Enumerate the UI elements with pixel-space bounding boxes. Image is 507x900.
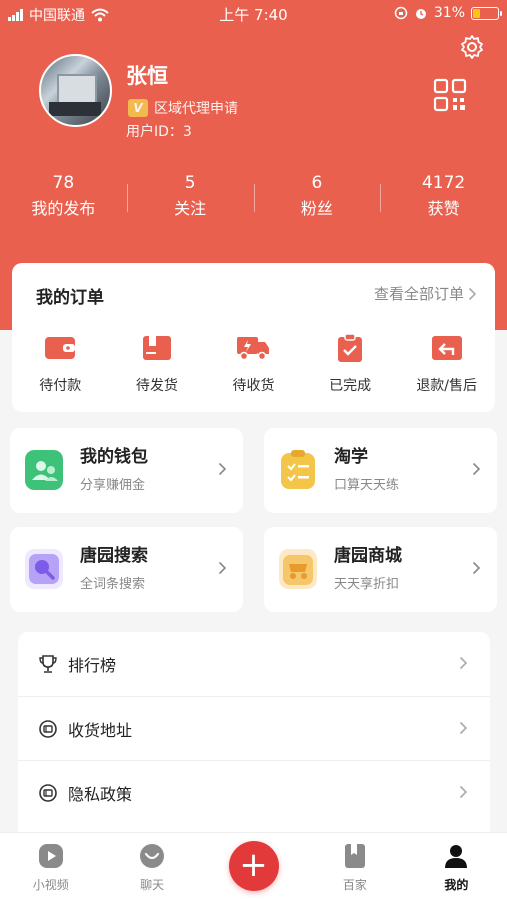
book-icon: [344, 844, 365, 868]
stat-posts[interactable]: 78 我的发布: [0, 170, 127, 230]
order-item-label: 已完成: [329, 378, 372, 394]
tile-subtitle: 分享赚佣金: [80, 478, 146, 493]
chevron-right-icon: [472, 462, 481, 476]
user-id: 用户ID：3: [126, 124, 192, 140]
tab-publish[interactable]: +: [203, 833, 304, 900]
tab-short-video[interactable]: 小视频: [0, 833, 101, 900]
alarm-icon: [415, 9, 426, 19]
order-item-label: 待付款: [39, 378, 82, 394]
chevron-right-icon: [218, 462, 227, 476]
tab-mine[interactable]: 我的: [406, 833, 507, 900]
tile-title: 唐园商城: [334, 546, 402, 566]
order-pending-payment[interactable]: 待付款: [12, 333, 109, 395]
plus-icon: +: [228, 841, 279, 891]
stat-value: 78: [52, 173, 75, 193]
order-refund[interactable]: 退款/售后: [398, 333, 495, 395]
shop-tile[interactable]: 唐园商城 天天享折扣: [264, 527, 497, 612]
agent-apply-link[interactable]: V 区域代理申请: [128, 98, 238, 118]
shop-icon: [279, 549, 317, 589]
tab-chat[interactable]: 聊天: [101, 833, 202, 900]
menu-item-label: 排行榜: [68, 656, 117, 675]
search-icon: [25, 549, 63, 589]
view-all-orders-label: 查看全部订单: [373, 285, 464, 303]
wallet-tile[interactable]: 我的钱包 分享赚佣金: [10, 428, 243, 513]
tile-subtitle: 全词条搜索: [80, 577, 146, 592]
battery-level: [473, 8, 481, 18]
chevron-right-icon: [472, 561, 481, 575]
tile-title: 淘学: [334, 447, 368, 467]
person-icon: [445, 845, 468, 868]
tab-label: 小视频: [32, 878, 69, 892]
avatar[interactable]: [39, 54, 112, 127]
tab-baijia[interactable]: 百家: [304, 833, 405, 900]
menu-item-privacy[interactable]: 隐私政策: [18, 760, 490, 824]
chevron-right-icon: [459, 656, 468, 670]
qr-code-icon[interactable]: [433, 78, 467, 112]
truck-icon: [237, 337, 270, 361]
chevron-right-icon: [468, 287, 477, 300]
taoxue-tile[interactable]: 淘学 口算天天练: [264, 428, 497, 513]
tab-label: 聊天: [140, 878, 165, 892]
stat-label: 我的发布: [31, 199, 96, 218]
tile-subtitle: 口算天天练: [334, 478, 400, 493]
menu-item-label: 隐私政策: [68, 785, 133, 804]
view-all-orders-link[interactable]: 查看全部订单: [374, 283, 477, 304]
bottom-nav: 小视频 聊天 + 百家 我的: [0, 832, 507, 900]
settings-list: 排行榜 收货地址 隐私政策: [18, 632, 490, 832]
user-name: 张恒: [126, 64, 168, 88]
order-pending-shipment[interactable]: 待发货: [109, 333, 206, 395]
play-icon: [38, 844, 63, 868]
stat-value: 6: [311, 173, 323, 193]
checklist-icon: [281, 450, 315, 489]
orders-card: 我的订单 查看全部订单 待付款 待发货 待收货 已完成 退款/售后: [12, 263, 495, 412]
box-icon: [142, 336, 171, 360]
order-item-label: 待收货: [232, 378, 275, 394]
stat-followers[interactable]: 6 粉丝: [253, 170, 381, 230]
chevron-right-icon: [459, 721, 468, 735]
stat-label: 获赞: [427, 199, 460, 218]
menu-item-address[interactable]: 收货地址: [18, 696, 490, 760]
stat-likes[interactable]: 4172 获赞: [380, 170, 507, 230]
verified-badge-icon: V: [128, 99, 148, 117]
stat-label: 关注: [174, 199, 207, 218]
order-item-label: 待发货: [135, 378, 178, 394]
stat-following[interactable]: 5 关注: [126, 170, 254, 230]
rotation-lock-icon: [394, 6, 408, 20]
trophy-icon: [39, 655, 57, 673]
tile-subtitle: 天天享折扣: [334, 577, 400, 592]
order-pending-receipt[interactable]: 待收货: [205, 333, 302, 395]
wallet-people-icon: [25, 450, 63, 490]
gear-icon[interactable]: [459, 34, 485, 60]
tile-title: 唐园搜索: [80, 546, 148, 566]
tile-title: 我的钱包: [80, 447, 148, 467]
chevron-right-icon: [218, 561, 227, 575]
tab-label: 百家: [342, 878, 367, 892]
address-icon: [39, 720, 57, 738]
stat-label: 粉丝: [300, 199, 333, 218]
refund-icon: [431, 336, 462, 360]
chat-icon: [140, 844, 165, 868]
orders-title: 我的订单: [36, 288, 104, 308]
status-bar: 中国联通 上午 7:40 31%: [0, 0, 507, 28]
stats-row: 78 我的发布 5 关注 6 粉丝 4172 获赞: [0, 170, 507, 230]
tab-label: 我的: [444, 878, 469, 892]
battery-icon: [471, 6, 502, 20]
wallet-icon: [45, 337, 76, 359]
stat-value: 5: [184, 173, 196, 193]
chevron-right-icon: [459, 785, 468, 799]
menu-item-ranking[interactable]: 排行榜: [18, 632, 490, 696]
clipboard-check-icon: [338, 333, 363, 362]
privacy-icon: [39, 784, 57, 802]
search-tile[interactable]: 唐园搜索 全词条搜索: [10, 527, 243, 612]
stat-value: 4172: [421, 173, 466, 193]
battery-percent: 31%: [433, 5, 465, 21]
order-completed[interactable]: 已完成: [302, 333, 399, 395]
agent-apply-label: 区域代理申请: [154, 101, 238, 117]
order-item-label: 退款/售后: [416, 378, 478, 394]
menu-item-label: 收货地址: [68, 721, 133, 740]
